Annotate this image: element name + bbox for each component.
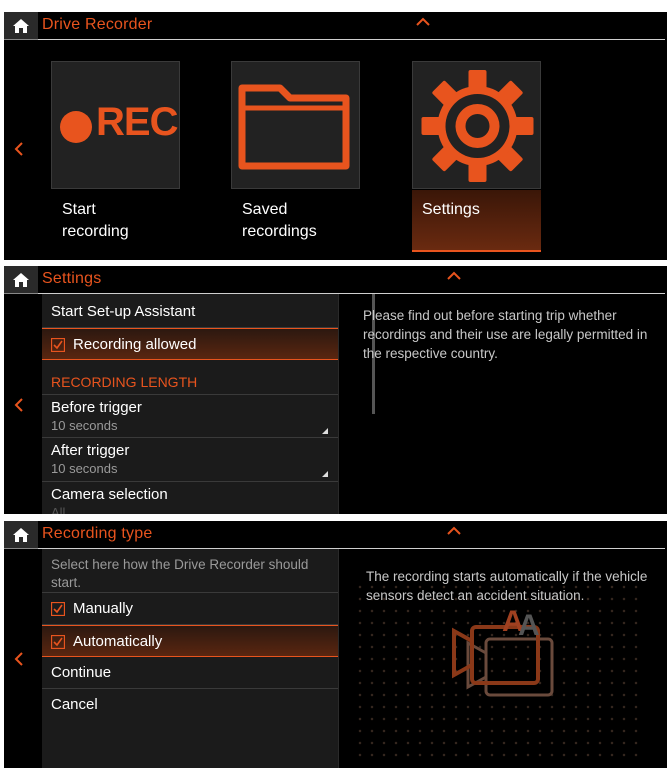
- chevron-up-icon[interactable]: [416, 17, 430, 26]
- row-label: Manually: [73, 600, 134, 617]
- tile-label-line: Settings: [422, 201, 480, 218]
- row-label: Cancel: [51, 696, 98, 713]
- settings-screen: Settings Start Set-up Assistant Recordin…: [4, 266, 667, 514]
- header: Recording type: [4, 521, 667, 549]
- divider: [4, 548, 38, 549]
- gear-icon: [421, 70, 534, 182]
- settings-tile[interactable]: [412, 61, 541, 189]
- row-label: After trigger: [51, 442, 130, 459]
- chevron-up-icon[interactable]: [447, 526, 461, 535]
- recording-type-screen: Recording type Select here how the Drive…: [4, 521, 667, 768]
- list-item-manually[interactable]: Manually: [42, 593, 338, 625]
- hint-text: Select here how the Drive Recorder shoul…: [51, 557, 309, 590]
- header: Drive Recorder: [4, 12, 667, 40]
- folder-icon: [238, 84, 350, 170]
- divider: [338, 549, 339, 768]
- checkbox-checked-icon[interactable]: [51, 635, 65, 649]
- drive-recorder-screen: Drive Recorder REC Start recording Saved…: [4, 12, 667, 260]
- home-button[interactable]: [4, 12, 38, 40]
- divider: [38, 39, 665, 40]
- dropdown-corner-icon: [322, 471, 328, 477]
- row-label: Automatically: [73, 633, 163, 650]
- start-recording-tile[interactable]: REC: [51, 61, 180, 189]
- settings-list: Start Set-up Assistant Recording allowed…: [42, 294, 375, 514]
- tile-label-line: recordings: [242, 223, 317, 240]
- row-value: 10 seconds: [51, 418, 118, 433]
- row-label: Camera selection: [51, 486, 168, 503]
- home-icon: [13, 273, 29, 287]
- checkbox-checked-icon[interactable]: [51, 602, 65, 616]
- chevron-up-icon[interactable]: [447, 271, 461, 280]
- list-item-continue[interactable]: Continue: [42, 657, 338, 689]
- list-item-camera-selection[interactable]: Camera selection All: [42, 482, 338, 514]
- row-label: Continue: [51, 664, 112, 681]
- chevron-left-icon[interactable]: [12, 140, 26, 158]
- record-dot-icon: [60, 111, 92, 143]
- tile-label-line: recording: [62, 223, 129, 240]
- list-item-automatically[interactable]: Automatically: [42, 625, 338, 657]
- list-item-after-trigger[interactable]: After trigger 10 seconds: [42, 438, 338, 482]
- chevron-left-icon[interactable]: [12, 396, 26, 414]
- row-label: Recording allowed: [73, 336, 197, 353]
- list-item-cancel[interactable]: Cancel: [42, 689, 338, 721]
- page-title: Recording type: [42, 525, 153, 542]
- checkbox-checked-icon[interactable]: [51, 338, 65, 352]
- divider: [4, 39, 38, 40]
- chevron-left-icon[interactable]: [12, 650, 26, 668]
- settings-label[interactable]: Settings: [422, 199, 480, 221]
- saved-recordings-tile[interactable]: [231, 61, 360, 189]
- info-text: The recording starts automatically if th…: [366, 569, 648, 603]
- divider: [338, 294, 339, 514]
- info-text: Please find out before starting trip whe…: [363, 308, 648, 361]
- list-item-before-trigger[interactable]: Before trigger 10 seconds: [42, 394, 338, 438]
- hint-row: Select here how the Drive Recorder shoul…: [42, 549, 338, 593]
- header: Settings: [4, 266, 667, 294]
- home-button[interactable]: [4, 521, 38, 549]
- row-label: Before trigger: [51, 399, 142, 416]
- tile-label-line: Saved: [242, 201, 288, 218]
- divider: [4, 293, 38, 294]
- page-title: Settings: [42, 270, 102, 287]
- dropdown-corner-icon: [322, 428, 328, 434]
- row-value: 10 seconds: [51, 461, 118, 476]
- home-icon: [13, 528, 29, 542]
- list-item-recording-allowed[interactable]: Recording allowed: [42, 328, 338, 360]
- start-recording-label[interactable]: Start recording: [62, 199, 129, 243]
- home-icon: [13, 19, 29, 33]
- tile-label-line: Start: [62, 201, 96, 218]
- camera-illustration-icon: A A: [452, 605, 554, 697]
- section-header: RECORDING LENGTH: [51, 374, 198, 390]
- row-label: Start Set-up Assistant: [51, 303, 196, 320]
- illustration-letter: A: [518, 609, 540, 642]
- saved-recordings-label[interactable]: Saved recordings: [242, 199, 317, 243]
- recording-type-list: Select here how the Drive Recorder shoul…: [42, 549, 338, 768]
- page-title: Drive Recorder: [42, 16, 153, 33]
- home-button[interactable]: [4, 266, 38, 294]
- rec-icon: REC: [96, 100, 178, 144]
- list-item-setup-assistant[interactable]: Start Set-up Assistant: [42, 294, 338, 328]
- row-value: All: [51, 505, 66, 514]
